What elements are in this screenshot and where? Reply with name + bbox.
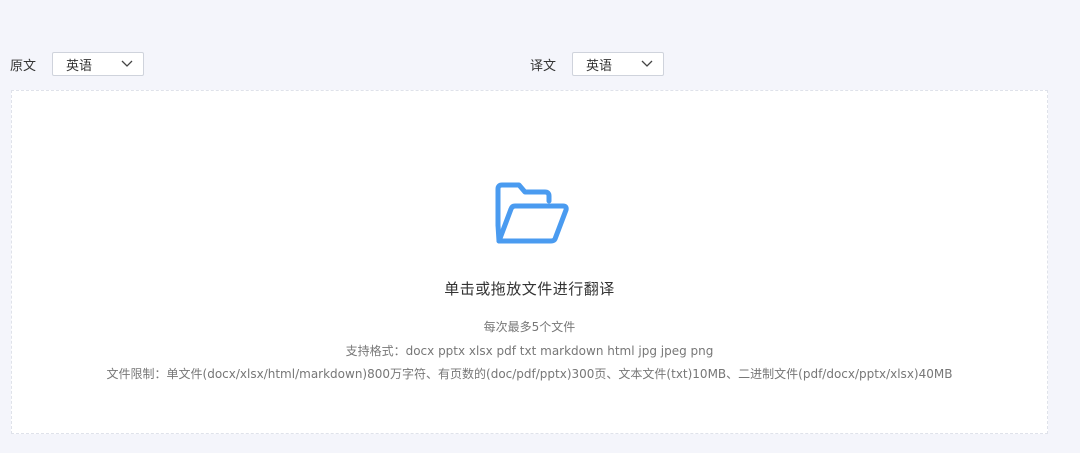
target-language-label: 译文 [530,58,557,74]
upload-hint-max-files: 每次最多5个文件 [483,320,576,334]
source-language-group: 原文 英语 [10,51,145,77]
source-language-value: 英语 [66,58,93,74]
target-language-select[interactable]: 英语 [572,52,665,76]
source-language-select[interactable]: 英语 [52,52,145,76]
chevron-down-icon [641,58,653,70]
upload-hint-formats: 支持格式：docx pptx xlsx pdf txt markdown htm… [345,344,714,358]
file-drop-zone[interactable]: 单击或拖放文件进行翻译 每次最多5个文件 支持格式：docx pptx xlsx… [11,90,1048,434]
target-language-value: 英语 [586,58,613,74]
chevron-down-icon [121,58,133,70]
target-language-group: 译文 英语 [530,51,665,77]
source-language-label: 原文 [10,58,37,74]
language-bar: 原文 英语 译文 英语 [0,51,1080,77]
upload-hint-limits: 文件限制：单文件(docx/xlsx/html/markdown)800万字符、… [106,367,953,381]
upload-instruction: 单击或拖放文件进行翻译 [444,280,615,298]
folder-open-icon [489,177,571,249]
